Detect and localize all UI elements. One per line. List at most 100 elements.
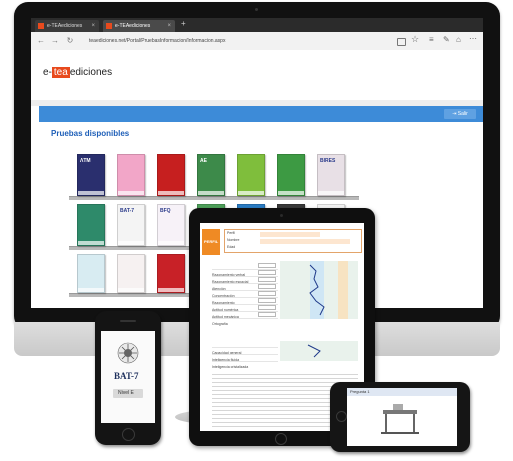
book-footer: [118, 191, 144, 195]
report-header-value-box: [260, 239, 350, 244]
site-logo[interactable]: e-tea ediciones: [43, 67, 112, 78]
logo-prefix: e-: [43, 67, 52, 78]
report-row: Aptitud mecánica: [212, 305, 278, 319]
report-header-line: Perfil: [227, 231, 235, 235]
test-book-cover[interactable]: BIRES: [317, 154, 345, 196]
report-summary-row: Capacidad general: [212, 341, 278, 355]
book-title: ΛTM: [80, 158, 91, 164]
report-row-score-box: [258, 312, 276, 317]
report-banner-text: PERFIL: [204, 239, 219, 244]
report-header-line: Edad: [227, 245, 236, 249]
report-summary-label: Inteligencia cristalizada: [212, 365, 249, 369]
report-row: Razonamiento: [212, 291, 278, 305]
tab-label: e-TEAediciones: [115, 23, 151, 29]
shelf: [69, 196, 359, 200]
iphone-landscape-screen: Pregunta 1: [347, 388, 457, 446]
new-tab-button[interactable]: +: [181, 19, 186, 28]
book-footer: [118, 288, 144, 292]
page-title: Pruebas disponibles: [51, 129, 130, 138]
test-book-cover[interactable]: ΛTM: [77, 154, 105, 196]
exit-label: Salir: [457, 111, 468, 117]
blue-nav-band: [39, 106, 483, 122]
report-row-score-box: [258, 270, 276, 275]
refresh-icon[interactable]: ↻: [64, 35, 76, 47]
back-icon[interactable]: ←: [35, 35, 47, 47]
ipad-home-button[interactable]: [275, 433, 287, 445]
report-row-score-box: [258, 305, 276, 310]
book-title: BAT-7: [120, 208, 135, 214]
notes-icon[interactable]: ✎: [443, 35, 450, 44]
tab-label: e-TEAediciones: [47, 23, 83, 29]
close-tab-icon[interactable]: ×: [167, 20, 171, 32]
iphone-landscape-home-button[interactable]: [336, 411, 347, 422]
book-title: AE: [200, 158, 207, 164]
test-book-cover[interactable]: [277, 154, 305, 196]
forward-icon[interactable]: →: [49, 35, 61, 47]
question-figure: [381, 404, 419, 434]
browser-address-bar: ← → ↻ teaediciones.net/Portal/PruebasInf…: [31, 32, 483, 51]
test-book-cover[interactable]: [77, 254, 105, 293]
browser-tab-bar: e-TEAediciones × e-TEAediciones × +: [31, 18, 483, 32]
report-row-score-box: [258, 277, 276, 282]
report-row: Razonamiento espacial: [212, 270, 278, 284]
iphone-speaker: [120, 320, 136, 322]
test-book-cover[interactable]: [157, 154, 185, 196]
book-footer: [238, 191, 264, 195]
close-tab-icon[interactable]: ×: [91, 20, 95, 32]
question-label: Pregunta 1: [350, 389, 370, 394]
test-book-cover[interactable]: [77, 204, 105, 246]
report-row: Concentración: [212, 284, 278, 298]
imac-camera: [255, 8, 258, 11]
test-book-cover[interactable]: [117, 154, 145, 196]
book-footer: [78, 241, 104, 245]
report-row-score-box: [258, 284, 276, 289]
iphone-portrait-screen: BAT-7 Nivel E: [101, 331, 155, 423]
browser-tab-1[interactable]: e-TEAediciones ×: [35, 20, 99, 32]
test-book-cover[interactable]: AE: [197, 154, 225, 196]
report-row: Aptitud numérica: [212, 298, 278, 312]
url-field[interactable]: teaediciones.net/Portal/PruebasInformaci…: [89, 36, 225, 46]
star-icon[interactable]: ☆: [411, 34, 419, 45]
test-book-cover[interactable]: [237, 154, 265, 196]
book-footer: [118, 241, 144, 245]
share-icon[interactable]: ⌂: [456, 35, 461, 44]
test-book-cover[interactable]: BAT-7: [117, 204, 145, 246]
reading-view-icon[interactable]: [397, 38, 406, 46]
hub-icon[interactable]: ≡: [429, 35, 434, 44]
report-header-line: Nombre: [227, 238, 240, 242]
book-footer: [158, 241, 184, 245]
book-footer: [278, 191, 304, 195]
ipad-camera: [280, 214, 283, 217]
level-label: Nivel E: [118, 390, 134, 396]
summary-line: [307, 344, 321, 358]
summary-line-chart: [307, 344, 321, 358]
logo-suffix: ediciones: [69, 67, 113, 78]
logo-mid: tea: [51, 67, 70, 78]
test-book-cover[interactable]: [157, 254, 185, 293]
iphone-home-button[interactable]: [122, 428, 135, 441]
report-row-label: Ortografía: [212, 322, 228, 326]
report-summary-row: Inteligencia fluida: [212, 348, 278, 362]
tab-favicon-icon: [106, 23, 112, 29]
report-summary-row: Inteligencia cristalizada: [212, 355, 278, 369]
bat7-emblem-icon: [117, 342, 139, 364]
book-footer: [78, 288, 104, 292]
book-footer: [158, 288, 184, 292]
browser-tab-2[interactable]: e-TEAediciones ×: [103, 20, 175, 32]
app-logo-text: BAT-7: [114, 371, 139, 381]
book-footer: [318, 191, 344, 195]
report-row: Razonamiento verbal: [212, 263, 278, 277]
report-row-score-box: [258, 263, 276, 268]
report-row: Ortografía: [212, 312, 278, 326]
book-title: BFQ: [160, 208, 171, 214]
site-header: e-tea ediciones: [31, 50, 483, 100]
book-footer: [158, 191, 184, 195]
profile-line: [309, 264, 325, 316]
test-book-cover[interactable]: BFQ: [157, 204, 185, 246]
exit-button[interactable]: ⇥ Salir: [444, 109, 476, 119]
report-row-score-box: [258, 298, 276, 303]
tab-favicon-icon: [38, 23, 44, 29]
more-icon[interactable]: ⋯: [469, 34, 477, 43]
report-row-score-box: [258, 291, 276, 296]
test-book-cover[interactable]: [117, 254, 145, 293]
